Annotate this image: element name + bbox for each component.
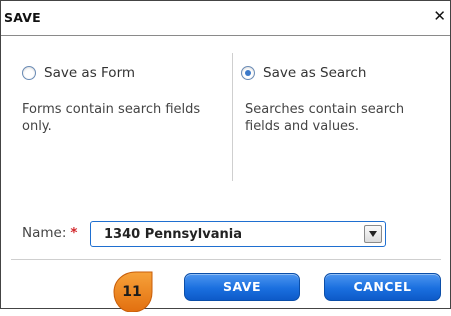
save-button[interactable]: SAVE: [184, 273, 300, 301]
name-select-value: 1340 Pennsylvania: [104, 227, 242, 242]
name-label-text: Name:: [22, 225, 67, 241]
step-number-badge: 11: [112, 268, 156, 313]
dialog-titlebar: SAVE ✕: [1, 1, 450, 36]
dropdown-arrow-icon[interactable]: [364, 225, 382, 243]
dialog-title: SAVE: [4, 10, 41, 25]
vertical-divider: [232, 53, 233, 181]
horizontal-divider: [11, 259, 441, 260]
save-as-form-radio[interactable]: [22, 66, 36, 80]
save-as-form-option[interactable]: Save as Form: [22, 65, 135, 81]
badge-number: 11: [122, 284, 142, 300]
cancel-button[interactable]: CANCEL: [324, 273, 441, 301]
close-icon[interactable]: ✕: [433, 8, 446, 24]
save-as-form-label: Save as Form: [44, 65, 136, 81]
save-as-search-option[interactable]: Save as Search: [241, 65, 366, 81]
name-select[interactable]: 1340 Pennsylvania: [90, 221, 386, 247]
name-field-label: Name: *: [22, 225, 77, 241]
save-as-search-label: Save as Search: [263, 65, 367, 81]
save-as-search-radio[interactable]: [241, 66, 255, 80]
required-asterisk: *: [70, 225, 78, 241]
save-dialog: SAVE ✕ Save as Form Forms contain search…: [0, 0, 451, 313]
search-description: Searches contain search fields and value…: [245, 102, 405, 134]
form-description: Forms contain search fields only.: [22, 102, 201, 134]
